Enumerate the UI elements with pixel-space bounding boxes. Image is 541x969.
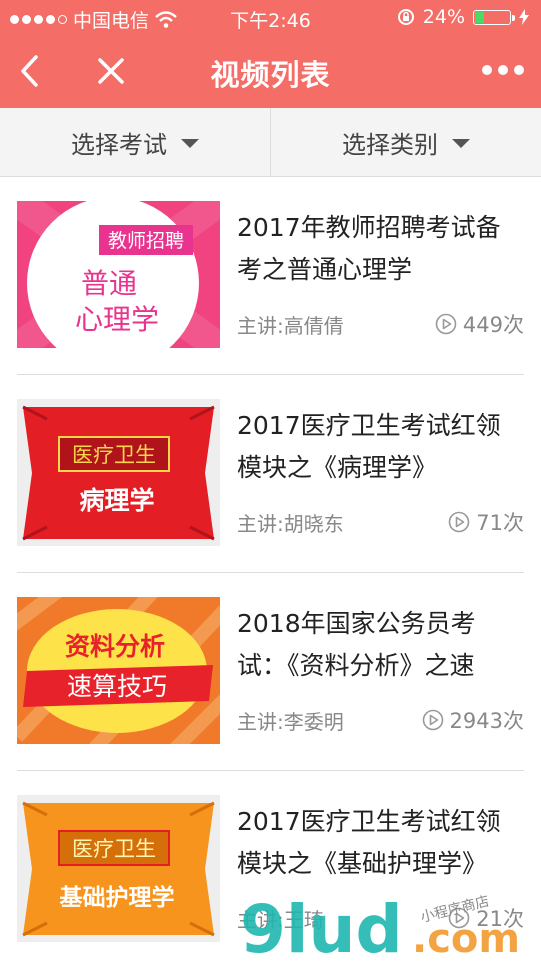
play-count-label: 71次 (476, 511, 524, 535)
lecturer-label: 主讲:王琦 (237, 907, 324, 932)
video-title[interactable]: 2017年教师招聘考试备考之普通心理学 (237, 207, 522, 291)
play-count-label: 2943次 (449, 709, 524, 733)
play-icon (448, 511, 470, 533)
video-meta: 主讲:李委明 2943次 (237, 705, 524, 735)
battery-percent: 24% (422, 6, 465, 28)
lecturer-label: 主讲:胡晓东 (237, 511, 344, 536)
thumb-tag: 教师招聘 (108, 230, 184, 252)
thumb-line2: 心理学 (75, 303, 159, 336)
thumb-tag: 医疗卫生 (72, 837, 156, 861)
video-list-item[interactable]: 教师招聘 普通 心理学 2017年教师招聘考试备考之普通心理学 主讲:高倩倩 4… (0, 177, 541, 375)
caret-down-icon (181, 139, 199, 148)
play-count: 71次 (448, 507, 524, 537)
thumb-tag: 医疗卫生 (72, 443, 156, 467)
lecturer-label: 主讲:李委明 (237, 709, 344, 734)
play-count-label: 21次 (476, 907, 524, 931)
play-count: 449次 (435, 309, 524, 339)
nav-bar: 视频列表 (0, 34, 541, 108)
video-list-item[interactable]: 医疗卫生 基础护理学 2017医疗卫生考试红领模块之《基础护理学》 主讲:王琦 … (0, 771, 541, 969)
video-thumbnail[interactable]: 医疗卫生 病理学 (17, 399, 220, 546)
video-list-item[interactable]: 医疗卫生 病理学 2017医疗卫生考试红领模块之《病理学》 主讲:胡晓东 71次 (0, 375, 541, 573)
video-title[interactable]: 2017医疗卫生考试红领模块之《基础护理学》 (237, 801, 522, 885)
filter-bar: 选择考试 选择类别 (0, 108, 541, 177)
video-meta: 主讲:胡晓东 71次 (237, 507, 524, 537)
video-title[interactable]: 2017医疗卫生考试红领模块之《病理学》 (237, 405, 522, 489)
lecturer-label: 主讲:高倩倩 (237, 313, 344, 338)
thumb-line2: 速算技巧 (67, 672, 167, 701)
play-icon (448, 907, 470, 929)
video-thumbnail[interactable]: 资料分析 速算技巧 (17, 597, 220, 744)
category-filter-label: 选择类别 (342, 130, 438, 159)
video-meta: 主讲:王琦 21次 (237, 903, 524, 933)
status-bar: 中国电信 下午2:46 24% (0, 0, 541, 34)
battery-icon (473, 9, 515, 25)
play-count: 21次 (448, 903, 524, 933)
charging-icon (519, 9, 529, 25)
video-list-item[interactable]: 资料分析 速算技巧 2018年国家公务员考试：《资料分析》之速 主讲:李委明 2… (0, 573, 541, 771)
video-meta: 主讲:高倩倩 449次 (237, 309, 524, 339)
page-title: 视频列表 (210, 58, 331, 92)
category-filter-dropdown[interactable]: 选择类别 (270, 108, 541, 176)
play-icon (422, 709, 443, 731)
exam-filter-dropdown[interactable]: 选择考试 (0, 108, 270, 176)
rotation-lock-icon (397, 9, 414, 25)
thumb-line1: 资料分析 (65, 632, 165, 661)
video-thumbnail[interactable]: 医疗卫生 基础护理学 (17, 795, 220, 942)
caret-down-icon (452, 139, 470, 148)
play-icon (435, 313, 457, 335)
video-title[interactable]: 2018年国家公务员考试：《资料分析》之速 (237, 603, 522, 687)
play-count-label: 449次 (462, 313, 524, 337)
video-thumbnail[interactable]: 教师招聘 普通 心理学 (17, 201, 220, 348)
thumb-line1: 普通 (81, 267, 137, 300)
thumb-line1: 病理学 (79, 486, 154, 515)
exam-filter-label: 选择考试 (71, 130, 167, 159)
status-time: 下午2:46 (230, 10, 311, 32)
more-icon[interactable] (481, 60, 525, 80)
thumb-line1: 基础护理学 (60, 884, 175, 911)
play-count: 2943次 (422, 705, 524, 735)
video-list: 教师招聘 普通 心理学 2017年教师招聘考试备考之普通心理学 主讲:高倩倩 4… (0, 177, 541, 969)
